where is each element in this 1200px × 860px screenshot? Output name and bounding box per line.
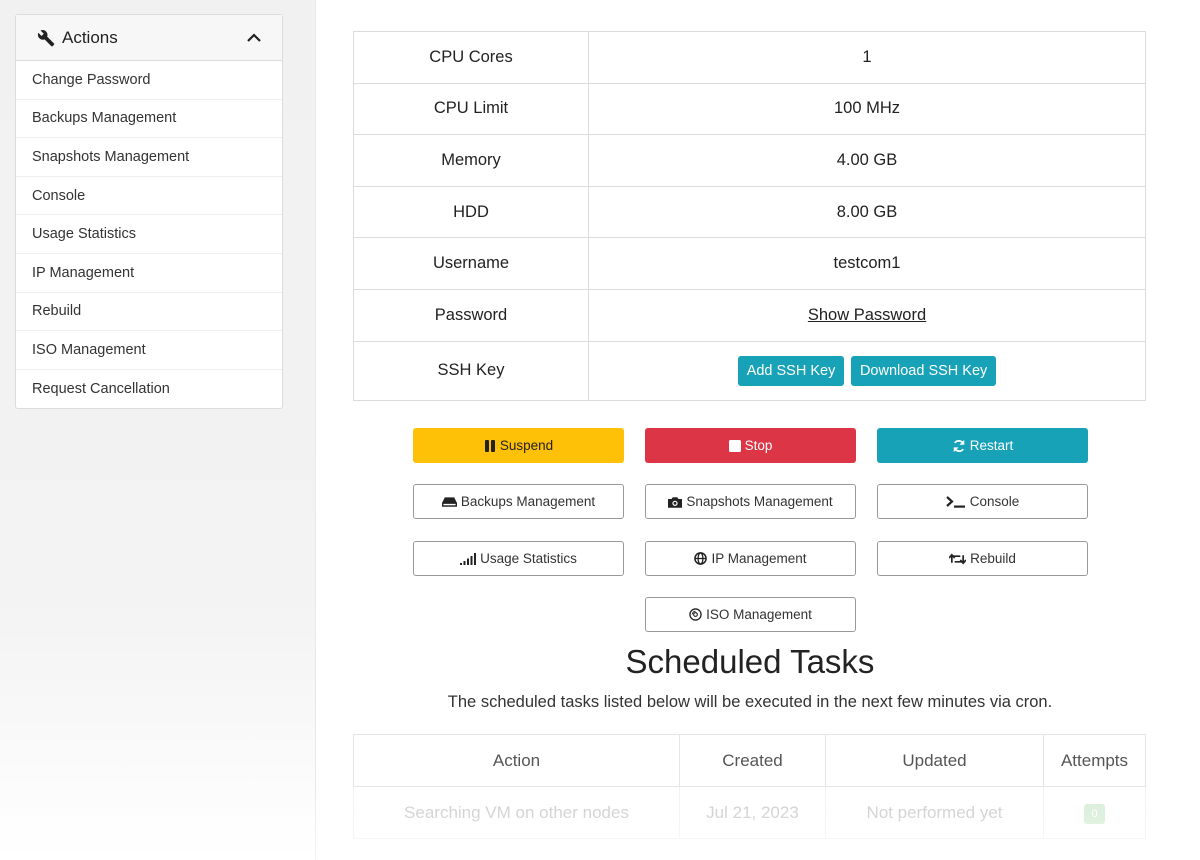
info-key: Username — [353, 237, 589, 290]
sidebar-item-snapshots-management[interactable]: Snapshots Management — [16, 138, 282, 177]
table-row: Password Show Password — [353, 288, 1146, 342]
terminal-icon — [945, 495, 966, 508]
sidebar-item-label: Console — [32, 187, 86, 204]
vm-info-table: CPU Cores 1 CPU Limit 100 MHz Memory 4.0… — [353, 31, 1146, 401]
info-value-cell: Show Password — [588, 288, 1146, 342]
table-row: HDD 8.00 GB — [353, 185, 1146, 239]
table-row: CPU Limit 100 MHz — [353, 82, 1146, 136]
stop-label: Stop — [744, 438, 773, 453]
sidebar-item-console[interactable]: Console — [16, 177, 282, 216]
sidebar-item-label: Backups Management — [32, 110, 177, 127]
actions-panel: Actions Change Password Backups Manageme… — [15, 14, 283, 410]
hdd-icon — [441, 496, 457, 508]
column-header-created[interactable]: Created — [679, 734, 826, 787]
suspend-button[interactable]: Suspend — [413, 428, 624, 463]
wrench-icon — [37, 29, 55, 47]
actions-panel-header[interactable]: Actions — [16, 15, 282, 61]
table-row: CPU Cores 1 — [353, 31, 1146, 84]
usage-statistics-label: Usage Statistics — [480, 551, 577, 566]
table-row: Searching VM on other nodes Jul 21, 2023… — [353, 786, 1146, 839]
task-updated: Not performed yet — [825, 786, 1044, 839]
retweet-icon — [949, 552, 967, 565]
scheduled-tasks-title: Scheduled Tasks — [625, 643, 875, 680]
usage-statistics-button[interactable]: Usage Statistics — [413, 541, 624, 576]
sidebar-item-label: Usage Statistics — [32, 226, 136, 243]
info-key: CPU Cores — [353, 31, 589, 84]
table-header-row: Action Created Updated Attempts — [353, 734, 1146, 787]
refresh-icon — [952, 439, 966, 453]
info-key: SSH Key — [353, 340, 589, 401]
add-ssh-key-button[interactable]: Add SSH Key — [737, 355, 845, 386]
stop-icon — [728, 439, 741, 452]
task-attempts-cell: 0 — [1043, 786, 1146, 839]
info-key: Password — [353, 288, 589, 342]
task-created: Jul 21, 2023 — [679, 786, 826, 839]
show-password-link[interactable]: Show Password — [808, 306, 926, 324]
sidebar-item-label: Request Cancellation — [32, 381, 170, 398]
download-ssh-key-button[interactable]: Download SSH Key — [850, 355, 997, 386]
snapshots-management-label: Snapshots Management — [686, 494, 833, 509]
sidebar-item-label: IP Management — [32, 264, 135, 281]
sidebar-item-usage-statistics[interactable]: Usage Statistics — [16, 215, 282, 254]
info-value: 1 — [588, 31, 1146, 84]
restart-button[interactable]: Restart — [877, 428, 1088, 463]
info-value: 100 MHz — [588, 82, 1146, 136]
scheduled-tasks-description: The scheduled tasks listed below will be… — [447, 693, 1053, 711]
column-header-attempts[interactable]: Attempts — [1043, 734, 1146, 787]
iso-management-label: ISO Management — [706, 607, 812, 622]
restart-label: Restart — [969, 438, 1014, 453]
info-value: 4.00 GB — [588, 134, 1146, 187]
ip-management-label: IP Management — [711, 551, 807, 566]
table-row: Memory 4.00 GB — [353, 134, 1146, 187]
backups-management-label: Backups Management — [460, 494, 596, 509]
rebuild-button[interactable]: Rebuild — [877, 541, 1088, 576]
scheduled-tasks-table: Action Created Updated Attempts Searchin… — [353, 734, 1146, 839]
backups-management-button[interactable]: Backups Management — [413, 484, 624, 519]
sidebar-item-label: Snapshots Management — [32, 148, 190, 165]
ip-management-button[interactable]: IP Management — [645, 541, 856, 576]
main-content: CPU Cores 1 CPU Limit 100 MHz Memory 4.0… — [316, 0, 1200, 860]
table-row: SSH Key Add SSH Key Download SSH Key — [353, 340, 1146, 401]
signal-bars-icon — [460, 552, 477, 565]
disc-icon — [689, 608, 702, 621]
sidebar-item-label: Change Password — [32, 71, 151, 88]
column-header-updated[interactable]: Updated — [825, 734, 1044, 787]
info-key: HDD — [353, 185, 589, 239]
actions-panel-title: Actions — [62, 27, 118, 47]
info-value: 8.00 GB — [588, 185, 1146, 239]
rebuild-label: Rebuild — [970, 551, 1016, 566]
ssh-key-cell: Add SSH Key Download SSH Key — [588, 340, 1146, 401]
console-button[interactable]: Console — [877, 484, 1088, 519]
sidebar-item-ip-management[interactable]: IP Management — [16, 254, 282, 293]
column-header-action[interactable]: Action — [353, 734, 680, 787]
sidebar-item-label: ISO Management — [32, 341, 146, 358]
console-label: Console — [969, 494, 1020, 509]
suspend-label: Suspend — [499, 438, 554, 453]
sidebar-item-iso-management[interactable]: ISO Management — [16, 331, 282, 370]
sidebar-item-rebuild[interactable]: Rebuild — [16, 293, 282, 332]
globe-icon — [694, 552, 708, 565]
camera-icon — [668, 496, 683, 508]
snapshots-management-button[interactable]: Snapshots Management — [645, 484, 856, 519]
chevron-up-icon[interactable] — [246, 30, 262, 46]
attempts-badge: 0 — [1084, 803, 1105, 824]
sidebar-item-change-password[interactable]: Change Password — [16, 61, 282, 100]
stop-button[interactable]: Stop — [645, 428, 856, 463]
info-value: testcom1 — [588, 237, 1146, 290]
task-action: Searching VM on other nodes — [353, 786, 680, 839]
table-row: Username testcom1 — [353, 237, 1146, 290]
iso-management-button[interactable]: ISO Management — [645, 597, 856, 632]
pause-icon — [484, 439, 496, 452]
sidebar-item-request-cancellation[interactable]: Request Cancellation — [16, 370, 282, 409]
info-key: Memory — [353, 134, 589, 187]
info-key: CPU Limit — [353, 82, 589, 136]
sidebar-column: Actions Change Password Backups Manageme… — [0, 0, 316, 860]
sidebar-item-backups-management[interactable]: Backups Management — [16, 100, 282, 139]
sidebar-item-label: Rebuild — [32, 303, 82, 320]
